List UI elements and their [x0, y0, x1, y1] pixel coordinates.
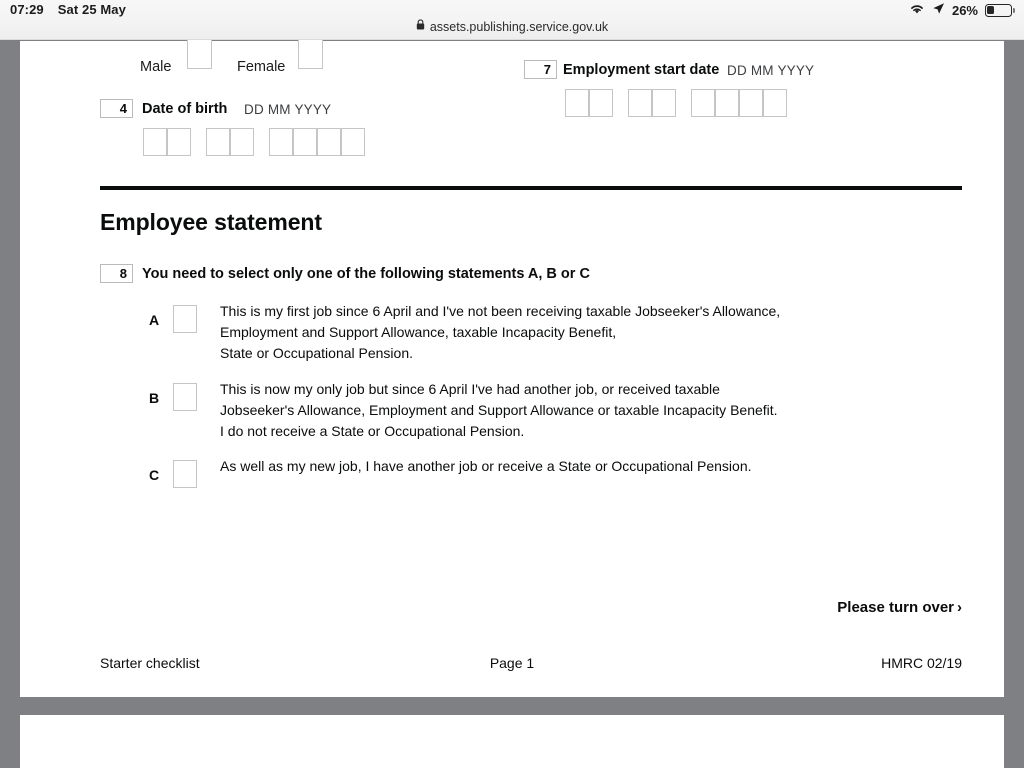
statement-b-letter: B	[149, 390, 160, 406]
start-year-box-3[interactable]	[739, 89, 763, 117]
statement-b-line-2: Jobseeker's Allowance, Employment and Su…	[220, 402, 778, 418]
footer-page-number: Page 1	[489, 655, 535, 671]
please-turn-over-label: Please turn over	[837, 599, 954, 616]
dob-day-box-2[interactable]	[167, 128, 191, 156]
male-label: Male	[140, 59, 172, 75]
employment-start-date-label: Employment start date	[563, 62, 720, 78]
dob-year-box-4[interactable]	[341, 128, 365, 156]
statement-c-letter: C	[149, 467, 160, 483]
date-of-birth-label: Date of birth	[142, 101, 228, 117]
start-day-box-2[interactable]	[589, 89, 613, 117]
start-year-box-2[interactable]	[715, 89, 739, 117]
statement-a-letter: A	[149, 312, 160, 328]
status-bar-right: 26%	[909, 2, 1015, 18]
dob-year-box-1[interactable]	[269, 128, 293, 156]
statement-a-line-3: State or Occupational Pension.	[220, 345, 414, 361]
dob-year-box-2[interactable]	[293, 128, 317, 156]
statement-b-checkbox[interactable]	[173, 383, 197, 411]
browser-chrome: 07:29 Sat 25 May 26% assets.publishing.s…	[0, 0, 1024, 40]
question-8-text: You need to select only one of the follo…	[142, 266, 590, 282]
pdf-page-1: Male Female 4 Date of birth DD MM YYYY 7…	[20, 40, 1004, 697]
question-7-number: 7	[524, 60, 557, 79]
address-bar[interactable]: assets.publishing.service.gov.uk	[0, 19, 1024, 34]
status-date: Sat 25 May	[57, 2, 126, 17]
statement-b-line-3: I do not receive a State or Occupational…	[220, 423, 525, 439]
chevron-right-icon: ›	[957, 599, 962, 616]
address-bar-url: assets.publishing.service.gov.uk	[429, 19, 609, 34]
lock-icon	[416, 19, 425, 33]
employment-start-date-hint: DD MM YYYY	[727, 63, 815, 78]
please-turn-over: Please turn over ›	[837, 599, 962, 616]
start-month-box-2[interactable]	[652, 89, 676, 117]
female-label: Female	[237, 59, 286, 75]
date-of-birth-hint: DD MM YYYY	[244, 102, 332, 117]
dob-year-box-3[interactable]	[317, 128, 341, 156]
pdf-page-2	[20, 715, 1004, 768]
battery-icon	[985, 3, 1015, 17]
status-time: 07:29	[10, 2, 44, 17]
section-divider	[100, 186, 962, 190]
start-month-box-1[interactable]	[628, 89, 652, 117]
dob-month-box-1[interactable]	[206, 128, 230, 156]
question-8-number: 8	[100, 264, 133, 283]
location-arrow-icon	[932, 2, 945, 18]
page-section-title: Employee statement	[100, 209, 322, 235]
statement-c-line-1: As well as my new job, I have another jo…	[220, 458, 752, 474]
female-checkbox[interactable]	[298, 40, 323, 69]
start-year-box-4[interactable]	[763, 89, 787, 117]
start-day-box-1[interactable]	[565, 89, 589, 117]
pdf-page-1-content: Male Female 4 Date of birth DD MM YYYY 7…	[20, 40, 1004, 697]
male-checkbox[interactable]	[187, 40, 212, 69]
statement-c-checkbox[interactable]	[173, 460, 197, 488]
statement-a-line-2: Employment and Support Allowance, taxabl…	[220, 324, 617, 340]
footer-reference: HMRC 02/19	[881, 655, 962, 671]
start-year-box-1[interactable]	[691, 89, 715, 117]
dob-day-box-1[interactable]	[143, 128, 167, 156]
statement-a-checkbox[interactable]	[173, 305, 197, 333]
wifi-icon	[909, 3, 925, 18]
statement-b-line-1: This is now my only job but since 6 Apri…	[220, 381, 720, 397]
dob-month-box-2[interactable]	[230, 128, 254, 156]
question-4-number: 4	[100, 99, 133, 118]
statement-a-line-1: This is my first job since 6 April and I…	[220, 303, 781, 319]
battery-percent-label: 26%	[951, 2, 978, 18]
status-bar-left: 07:29 Sat 25 May	[10, 2, 126, 17]
